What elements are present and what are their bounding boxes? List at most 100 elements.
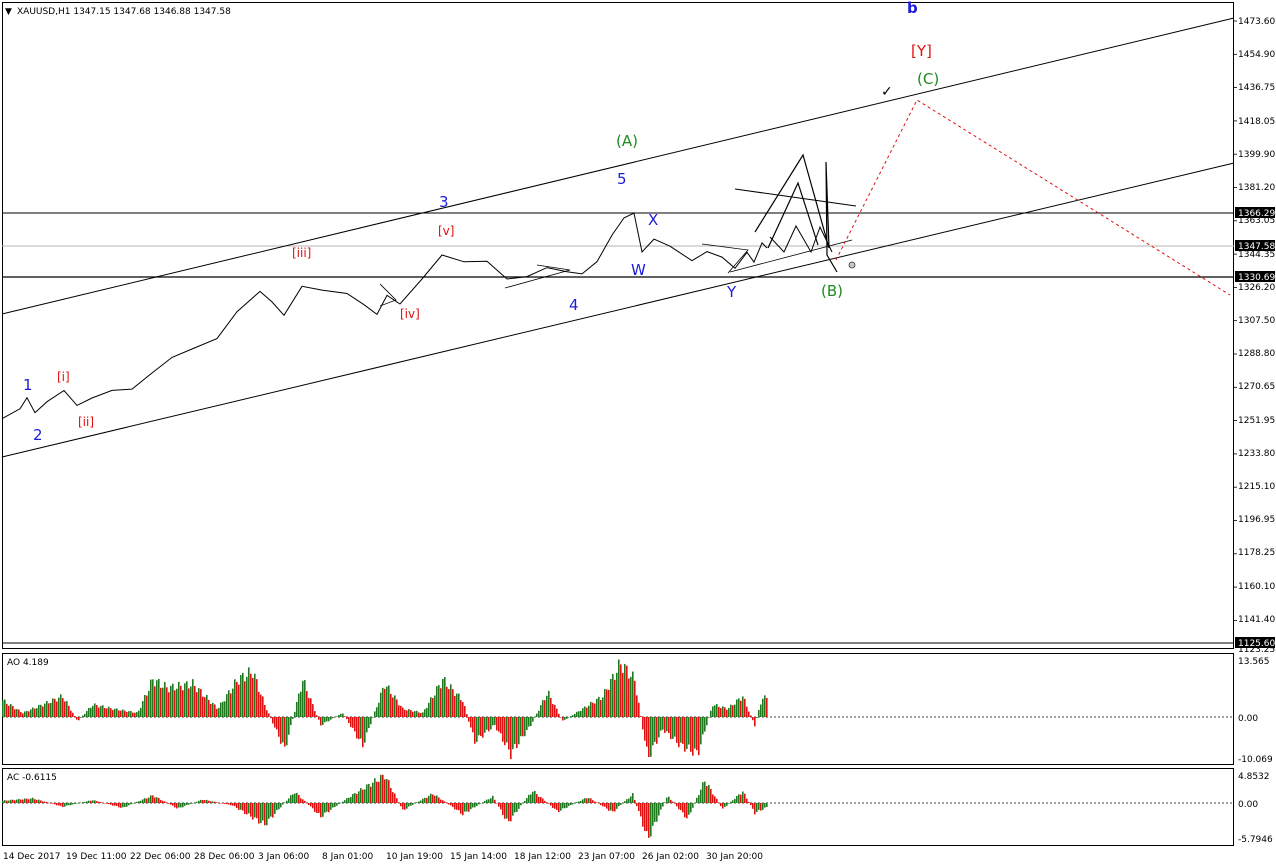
ao-bar <box>736 699 738 717</box>
ac-bar <box>136 801 138 803</box>
ao-bar <box>350 717 352 728</box>
ac-bar <box>664 802 666 803</box>
ao-bar <box>342 713 344 717</box>
scenario-path-2 <box>767 181 819 249</box>
ac-bar <box>694 802 696 804</box>
ac-bar <box>392 792 394 803</box>
ac-bar <box>152 795 154 803</box>
ac-bar <box>532 791 534 803</box>
ac-bar <box>762 803 764 810</box>
ac-bar <box>74 803 76 804</box>
ac-bar <box>558 803 560 813</box>
ac-bar <box>688 803 690 815</box>
ac-bar <box>376 781 378 803</box>
ac-bar <box>52 803 54 804</box>
ao-bar <box>384 688 386 717</box>
ao-bar <box>90 707 92 717</box>
ac-bar <box>252 803 254 820</box>
ac-bar <box>394 793 396 803</box>
price-badge-label: 1330.69 <box>1238 273 1275 283</box>
ac-bar <box>230 803 232 806</box>
ao-bar <box>558 713 560 717</box>
ao-bar <box>110 708 112 717</box>
ao-bar <box>696 717 698 751</box>
ac-bar <box>346 798 348 803</box>
ac-bar <box>162 800 164 803</box>
ao-bar <box>632 671 634 717</box>
ao-bar <box>158 678 160 717</box>
ao-bar <box>138 710 140 717</box>
ac-bar <box>180 803 182 808</box>
ac-bar <box>552 803 554 808</box>
ao-bar <box>426 707 428 717</box>
ac-bar <box>148 797 150 803</box>
ac-bar <box>278 803 280 810</box>
ao-bar <box>476 717 478 742</box>
ac-bar <box>338 803 340 804</box>
ac-bar <box>456 803 458 810</box>
symbol-header: XAUUSD,H1 1347.15 1347.68 1346.88 1347.5… <box>17 7 231 17</box>
ao-bar <box>114 708 116 717</box>
ac-bar <box>380 774 382 803</box>
ac-bar <box>58 803 60 806</box>
ao-bar <box>92 705 94 717</box>
ac-bar <box>434 795 436 803</box>
ac-bar <box>560 803 562 811</box>
ac-bar <box>78 803 80 804</box>
ac-bar <box>512 803 514 816</box>
ao-bar <box>364 717 366 743</box>
ac-bar <box>388 780 390 803</box>
ac-bar <box>598 803 600 804</box>
ao-bar <box>404 709 406 717</box>
ao-bar <box>228 690 230 717</box>
ac-bar <box>498 803 500 807</box>
ao-bar <box>70 710 72 717</box>
ac-bar <box>466 803 468 812</box>
ac-bar <box>666 797 668 803</box>
ac-bar <box>460 803 462 814</box>
ac-bar <box>80 802 82 804</box>
ao-bar <box>594 703 596 717</box>
time-axis: 14 Dec 2017 19 Dec 11:00 22 Dec 06:00 28… <box>3 852 763 862</box>
ac-bar <box>372 782 374 803</box>
ac-bar <box>86 801 88 803</box>
ac-bar <box>28 799 30 803</box>
ac-bar <box>356 793 358 803</box>
ao-bar <box>412 711 414 717</box>
ao-bar <box>346 717 348 720</box>
ac-bar <box>432 794 434 803</box>
ac-bar <box>672 801 674 803</box>
ao-bar <box>156 680 158 717</box>
ac-bar <box>182 803 184 808</box>
ac-bar <box>14 800 16 803</box>
ao-bar <box>316 715 318 717</box>
ao-bar <box>76 717 78 720</box>
ac-bar <box>276 803 278 811</box>
ao-bar <box>440 688 442 717</box>
ac-bar <box>224 803 226 804</box>
ac-bar <box>260 803 262 824</box>
ac-bar <box>378 781 380 803</box>
ao-bar <box>226 694 228 717</box>
ao-bar <box>296 701 298 717</box>
ao-bar <box>580 710 582 717</box>
ao-bar <box>60 694 62 717</box>
ao-bar <box>638 702 640 717</box>
ao-bar <box>140 707 142 717</box>
ao-bar <box>518 717 520 745</box>
ao-bar <box>256 679 258 717</box>
chart-canvas[interactable]: ▼ XAUUSD,H1 1347.15 1347.68 1346.88 1347… <box>0 0 1276 866</box>
header-arrow-icon: ▼ <box>5 7 12 17</box>
ac-bar <box>616 803 618 809</box>
ac-bar <box>20 799 22 803</box>
ac-bar <box>36 799 38 803</box>
ac-bar <box>644 803 646 831</box>
ao-bar <box>220 702 222 717</box>
ac-bar <box>70 803 72 806</box>
ao-bar <box>462 702 464 717</box>
ac-bar <box>716 798 718 803</box>
ac-bar <box>636 803 638 807</box>
ac-bar <box>66 803 68 806</box>
ac-bar <box>24 798 26 803</box>
ao-bar <box>288 717 290 735</box>
